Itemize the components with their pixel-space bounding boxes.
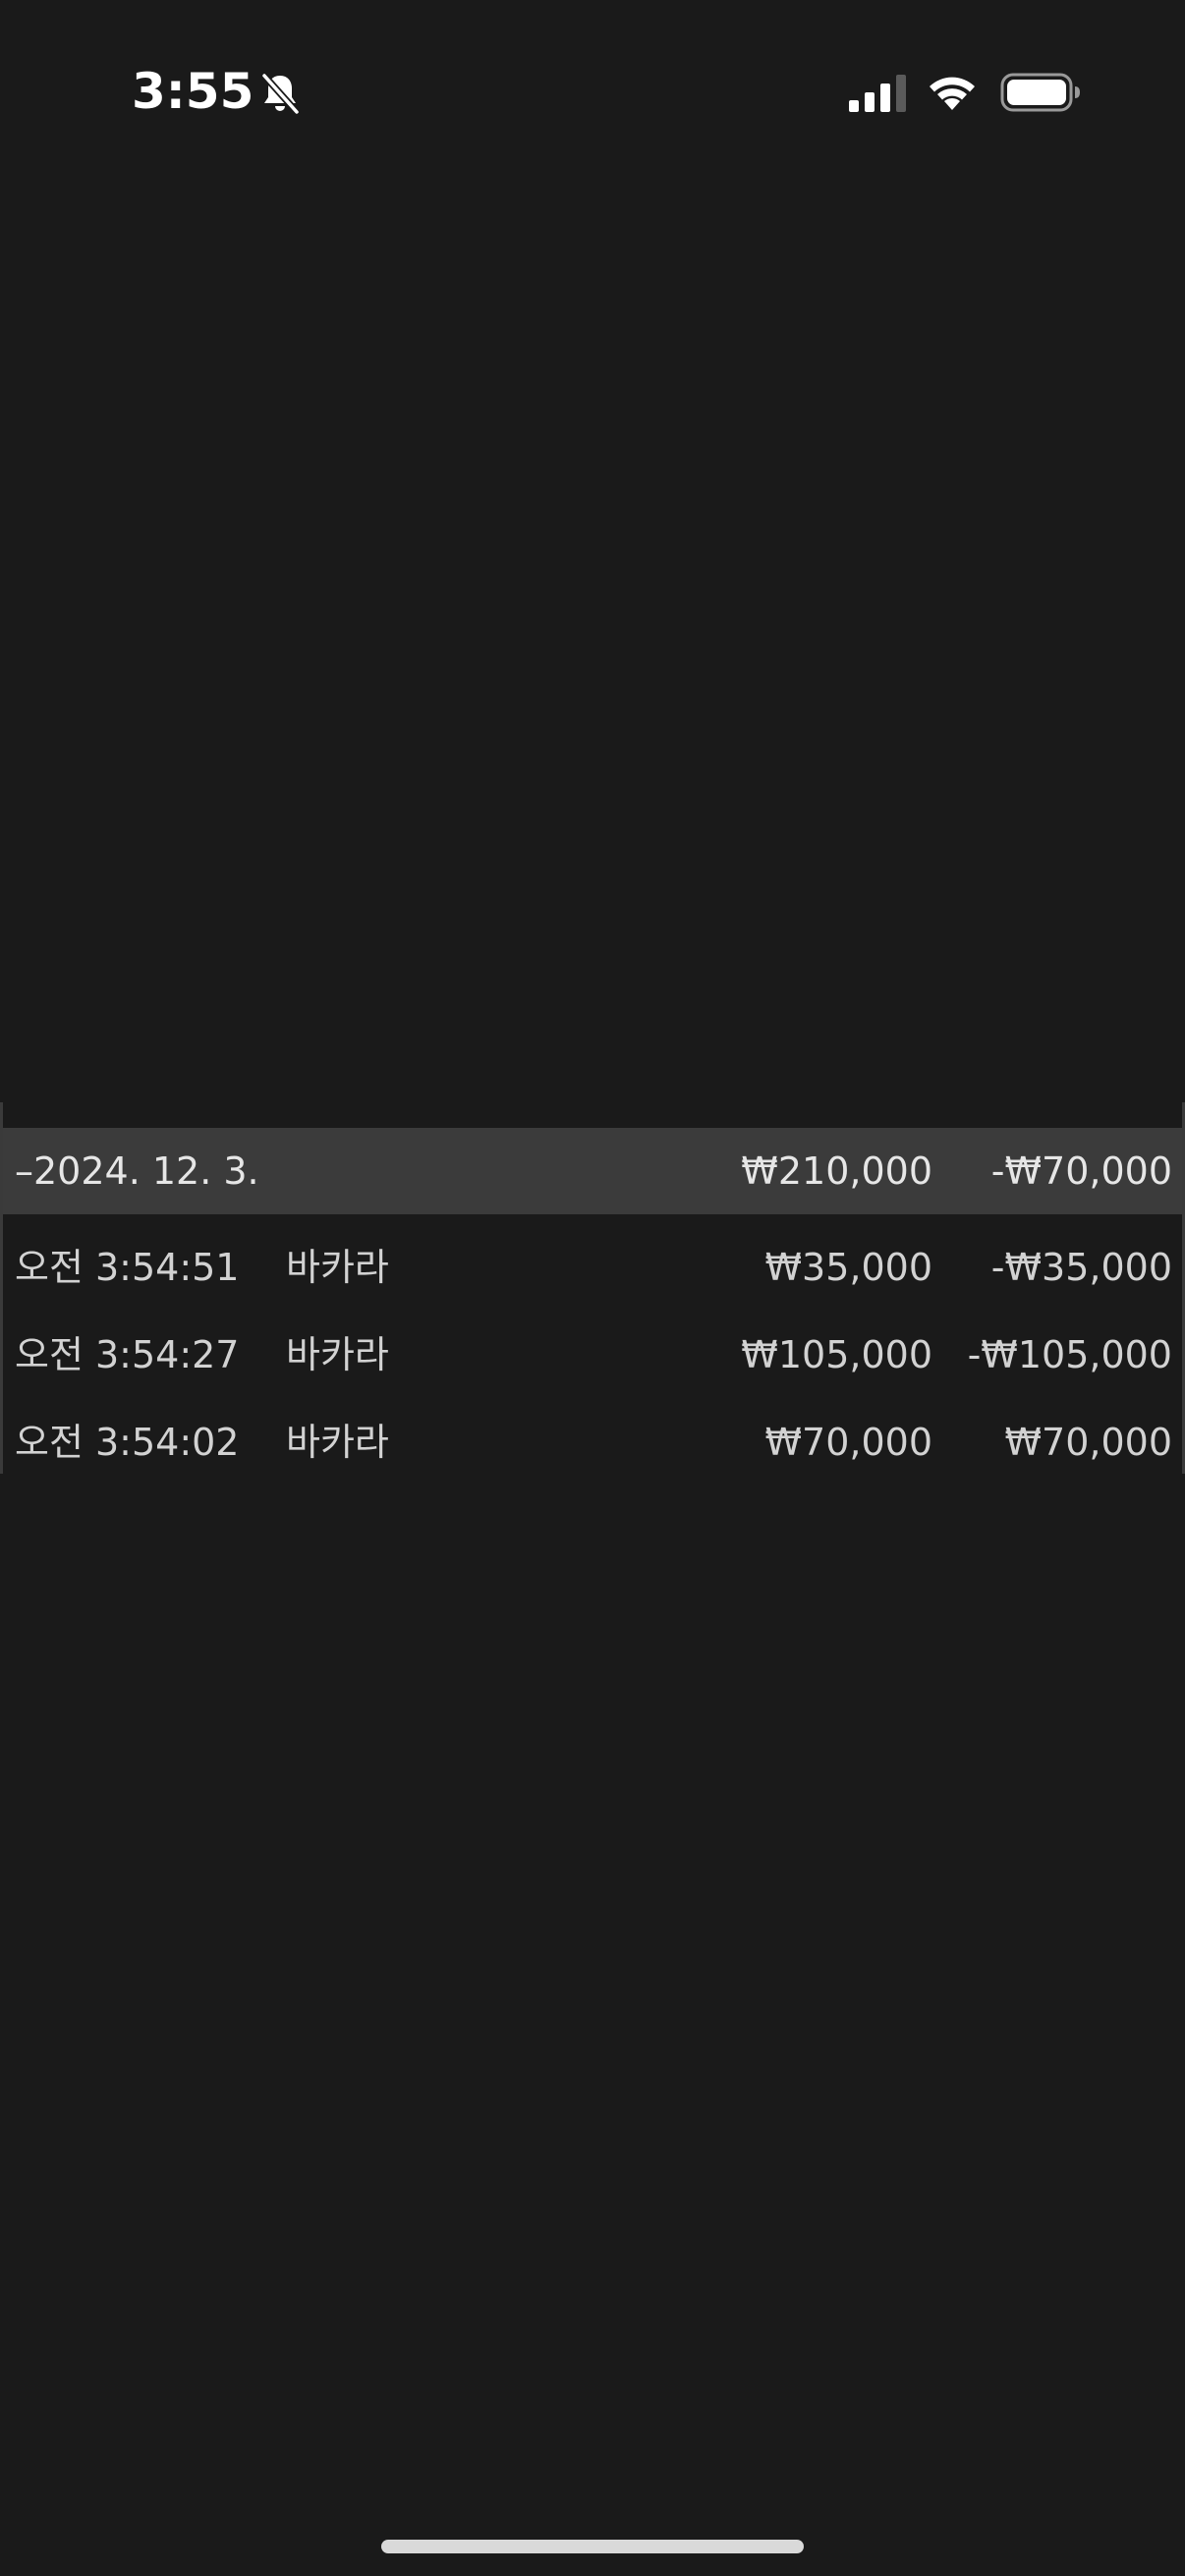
wifi-icon	[930, 77, 975, 110]
row-time: 오전 3:54:27	[15, 1333, 240, 1376]
bell-slash-icon	[260, 72, 301, 116]
battery-icon	[1000, 73, 1080, 112]
group-total-result: -₩70,000	[990, 1149, 1172, 1193]
transaction-table: –2024. 12. 3. ₩210,000 -₩70,000 오전 3:54:…	[0, 1102, 1185, 1474]
row-result: -₩105,000	[967, 1333, 1172, 1376]
row-time: 오전 3:54:51	[15, 1246, 240, 1289]
status-time: 3:55	[132, 63, 254, 120]
row-bet: ₩105,000	[741, 1333, 932, 1376]
table-row[interactable]: 오전 3:54:02 바카라 ₩70,000 ₩70,000	[3, 1399, 1182, 1485]
screen: 3:55 –2024. 12. 3. ₩210,000 -₩70,000 오전 …	[0, 0, 1185, 2576]
row-bet: ₩70,000	[764, 1421, 932, 1464]
row-result: -₩35,000	[990, 1246, 1172, 1289]
home-indicator[interactable]	[381, 2540, 804, 2553]
cellular-signal-icon	[849, 75, 906, 112]
date-group-header[interactable]: –2024. 12. 3. ₩210,000 -₩70,000	[3, 1128, 1182, 1214]
row-result: ₩70,000	[1004, 1421, 1172, 1464]
group-date: –2024. 12. 3.	[15, 1149, 259, 1193]
row-game: 바카라	[286, 1246, 389, 1289]
row-time: 오전 3:54:02	[15, 1421, 240, 1464]
row-game: 바카라	[286, 1421, 389, 1464]
row-bet: ₩35,000	[764, 1246, 932, 1289]
group-total-bet: ₩210,000	[741, 1149, 932, 1193]
table-row[interactable]: 오전 3:54:27 바카라 ₩105,000 -₩105,000	[3, 1312, 1182, 1398]
row-game: 바카라	[286, 1333, 389, 1376]
table-row[interactable]: 오전 3:54:51 바카라 ₩35,000 -₩35,000	[3, 1224, 1182, 1311]
status-bar: 3:55	[0, 0, 1185, 187]
